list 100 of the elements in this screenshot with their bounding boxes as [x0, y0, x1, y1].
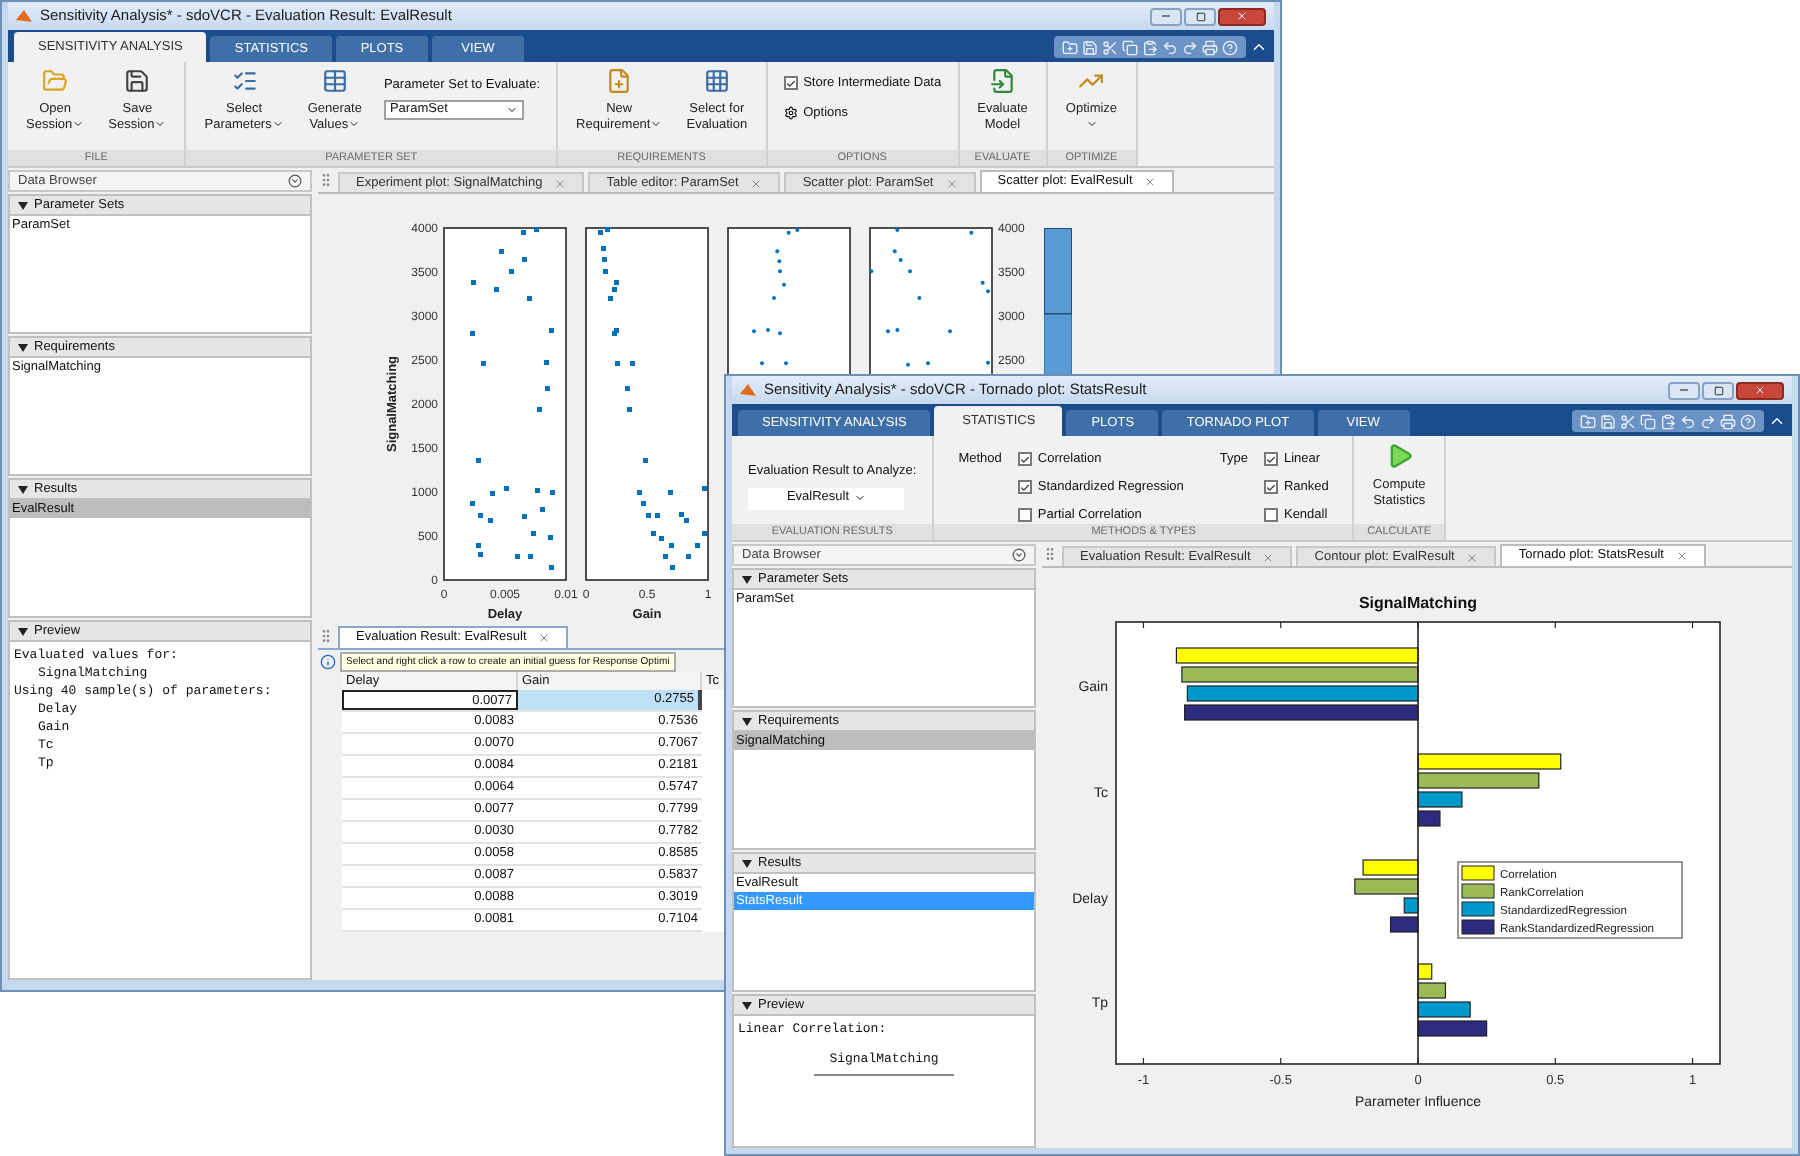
data-point: [514, 554, 520, 560]
gear-icon: [783, 106, 798, 121]
app-icon: [16, 8, 32, 24]
grid-icon: [703, 68, 730, 94]
collapse-ribbon-icon[interactable]: [1768, 412, 1786, 430]
maximize-button[interactable]: [1702, 381, 1734, 399]
checkbox[interactable]: [1263, 452, 1278, 467]
close-icon[interactable]: [750, 177, 763, 189]
folder-plus-icon[interactable]: [1580, 413, 1596, 429]
close-button[interactable]: [1736, 381, 1784, 399]
data-point: [526, 295, 532, 301]
copy-icon[interactable]: [1122, 39, 1138, 55]
collapse-icon[interactable]: [1012, 548, 1026, 562]
play-icon: [1385, 442, 1414, 470]
data-point: [522, 257, 527, 263]
close-icon[interactable]: [1675, 550, 1688, 562]
chart-title: SignalMatching: [1358, 594, 1478, 612]
data-point: [694, 542, 700, 548]
minimize-button[interactable]: [1668, 381, 1700, 399]
data-point: [508, 268, 514, 274]
data-point: [535, 487, 541, 493]
data-point: [490, 491, 496, 497]
data-point: [650, 531, 656, 537]
data-point: [534, 227, 540, 233]
data-point: [701, 531, 707, 537]
redo-icon[interactable]: [1700, 413, 1716, 429]
expand-triangle-icon: [742, 859, 752, 867]
expand-triangle-icon: [742, 575, 752, 583]
close-icon: [1754, 384, 1766, 396]
grip-icon[interactable]: [318, 172, 334, 188]
redo-icon[interactable]: [1182, 39, 1198, 55]
close-icon[interactable]: [945, 177, 958, 189]
data-point: [528, 554, 534, 560]
undo-icon[interactable]: [1162, 39, 1178, 55]
caret-icon: [853, 492, 866, 505]
data-point: [475, 457, 481, 463]
data-point: [655, 512, 661, 518]
help-icon[interactable]: [1740, 413, 1756, 429]
data-point: [536, 407, 542, 413]
list-icon: [231, 68, 258, 94]
checkbox[interactable]: [1017, 452, 1032, 467]
checkbox[interactable]: [1263, 480, 1278, 495]
data-point: [469, 501, 475, 507]
undo-icon[interactable]: [1680, 413, 1696, 429]
data-point: [545, 385, 551, 391]
data-point: [548, 564, 554, 570]
expand-triangle-icon: [18, 485, 28, 493]
close-icon[interactable]: [554, 177, 567, 189]
close-icon[interactable]: [1466, 551, 1479, 563]
minimize-icon: [1678, 384, 1690, 396]
data-point: [478, 551, 484, 557]
grip-icon[interactable]: [1042, 546, 1058, 562]
minimize-icon: [1160, 10, 1172, 22]
data-point: [667, 489, 673, 495]
checkbox[interactable]: [1017, 507, 1032, 522]
caret-icon: [505, 103, 518, 116]
grip-icon[interactable]: [318, 628, 334, 644]
expand-triangle-icon: [742, 717, 752, 725]
close-icon[interactable]: [538, 632, 551, 644]
expand-triangle-icon: [18, 343, 28, 351]
data-point: [645, 512, 651, 518]
close-button[interactable]: [1218, 7, 1266, 25]
checkbox[interactable]: [1017, 480, 1032, 495]
minimize-button[interactable]: [1150, 7, 1182, 25]
expand-triangle-icon: [18, 201, 28, 209]
copy-icon[interactable]: [1640, 413, 1656, 429]
printer-icon[interactable]: [1720, 413, 1736, 429]
save-icon[interactable]: [1082, 39, 1098, 55]
help-icon[interactable]: [1222, 39, 1238, 55]
maximize-icon: [1713, 385, 1723, 395]
folder-plus-icon[interactable]: [1062, 39, 1078, 55]
close-icon[interactable]: [1144, 176, 1157, 188]
data-point: [629, 361, 635, 366]
checkbox[interactable]: [1263, 507, 1278, 522]
scissors-icon[interactable]: [1620, 413, 1636, 429]
clipboard-icon[interactable]: [1660, 413, 1676, 429]
collapse-icon[interactable]: [288, 174, 302, 188]
caret-icon: [72, 118, 85, 131]
table-icon: [321, 68, 348, 94]
clipboard-icon[interactable]: [1142, 39, 1158, 55]
data-point: [670, 564, 676, 570]
data-point: [530, 531, 536, 537]
close-icon[interactable]: [1262, 551, 1275, 563]
data-point: [701, 486, 707, 491]
caret-icon: [154, 118, 167, 131]
collapse-ribbon-icon[interactable]: [1250, 38, 1268, 56]
data-point: [603, 268, 608, 274]
maximize-button[interactable]: [1184, 7, 1216, 25]
data-point: [544, 360, 549, 366]
printer-icon[interactable]: [1202, 39, 1218, 55]
data-point: [522, 514, 527, 520]
data-point: [475, 542, 481, 548]
data-point: [662, 554, 668, 560]
scissors-icon[interactable]: [1102, 39, 1118, 55]
file-plus-icon: [606, 68, 633, 94]
checkbox[interactable]: [783, 76, 798, 91]
save-icon[interactable]: [1600, 413, 1616, 429]
data-point: [547, 534, 553, 540]
data-point: [480, 361, 486, 366]
folder-icon: [42, 68, 69, 94]
